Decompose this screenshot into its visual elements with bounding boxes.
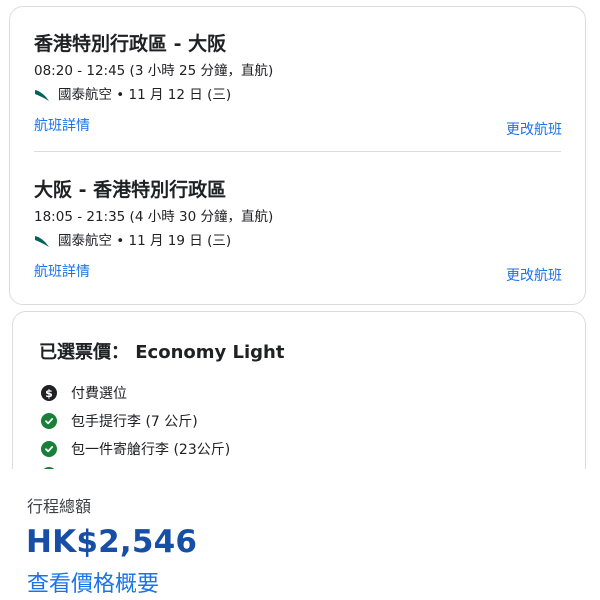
flight-details-link[interactable]: 航班詳情 — [34, 261, 90, 281]
change-flight-link[interactable]: 更改航班 — [506, 265, 562, 285]
trip-total-label: 行程總額 — [27, 497, 92, 516]
fare-title: 已選票價： Economy Light — [39, 342, 285, 363]
check-icon — [41, 413, 57, 429]
airline-date-text: 國泰航空 • 11 月 19 日 (三) — [58, 233, 232, 249]
view-price-breakdown-link[interactable]: 查看價格概要 — [27, 566, 159, 598]
cathay-pacific-logo-icon — [35, 90, 49, 101]
fare-feature-item: 包一件寄艙行李 (23公斤) — [41, 439, 230, 459]
segment-links: 航班詳情 更改航班 — [34, 261, 562, 285]
airline-info: 國泰航空 • 11 月 19 日 (三) — [34, 231, 561, 251]
outbound-segment: 香港特別行政區 - 大阪 08:20 - 12:45 (3 小時 25 分鐘，直… — [34, 31, 562, 139]
booking-review-page: 香港特別行政區 - 大阪 08:20 - 12:45 (3 小時 25 分鐘，直… — [0, 0, 600, 600]
trip-total-price: HK$2,546 — [26, 524, 198, 560]
check-icon — [41, 441, 57, 457]
fare-feature-item: 包手提行李 (7 公斤) — [41, 411, 198, 431]
flight-times: 08:20 - 12:45 (3 小時 25 分鐘，直航) — [34, 63, 274, 79]
cathay-pacific-logo-icon — [35, 236, 49, 247]
trip-total-summary: 行程總額 HK$2,546 查看價格概要 — [0, 469, 600, 600]
airline-info: 國泰航空 • 11 月 12 日 (三) — [34, 85, 561, 105]
change-flight-link[interactable]: 更改航班 — [506, 119, 562, 139]
airline-date-text: 國泰航空 • 11 月 12 日 (三) — [58, 87, 232, 103]
flight-details-link[interactable]: 航班詳情 — [34, 115, 90, 135]
flight-itinerary-card: 香港特別行政區 - 大阪 08:20 - 12:45 (3 小時 25 分鐘，直… — [9, 6, 586, 305]
fare-feature-label: 包一件寄艙行李 (23公斤) — [71, 442, 231, 458]
route-title: 大阪 - 香港特別行政區 — [34, 179, 227, 201]
dollar-icon: $ — [41, 385, 57, 401]
return-segment: 大阪 - 香港特別行政區 18:05 - 21:35 (4 小時 30 分鐘，直… — [34, 177, 562, 285]
fare-feature-item: $ 付費選位 — [41, 383, 127, 403]
route-title: 香港特別行政區 - 大阪 — [34, 33, 227, 55]
segment-divider — [34, 151, 561, 152]
segment-links: 航班詳情 更改航班 — [34, 115, 562, 139]
fare-feature-label: 包手提行李 (7 公斤) — [71, 414, 198, 430]
flight-times: 18:05 - 21:35 (4 小時 30 分鐘，直航) — [34, 209, 274, 225]
fare-feature-label: 付費選位 — [71, 386, 127, 402]
